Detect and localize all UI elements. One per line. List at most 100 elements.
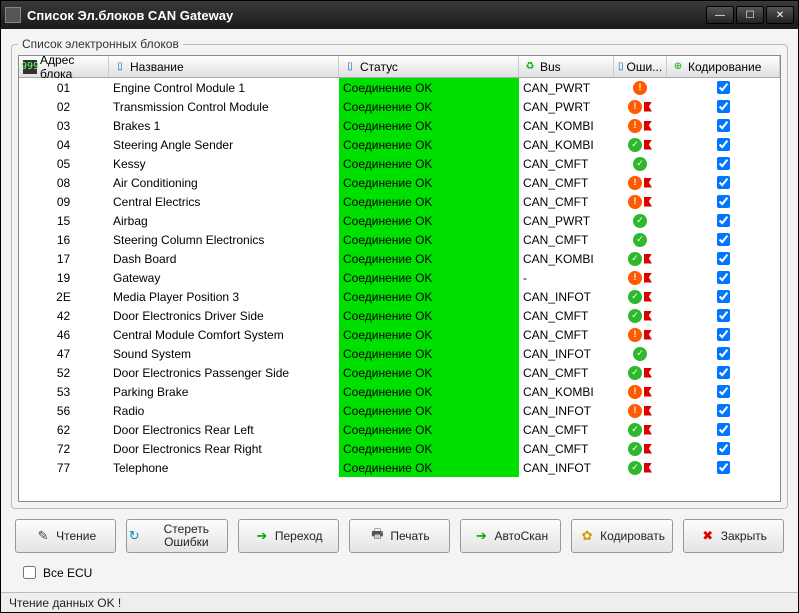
cell-cod bbox=[667, 420, 780, 439]
cell-err: ✓ bbox=[614, 306, 667, 325]
cell-bus: CAN_INFOT bbox=[519, 344, 614, 363]
error-icon: ! bbox=[628, 328, 642, 342]
table-row[interactable]: 72Door Electronics Rear RightСоединение … bbox=[19, 439, 780, 458]
coding-checkbox[interactable] bbox=[717, 195, 730, 208]
cell-cod bbox=[667, 173, 780, 192]
all-ecu-row: Все ECU bbox=[11, 561, 788, 588]
table-row[interactable]: 46Central Module Comfort SystemСоединени… bbox=[19, 325, 780, 344]
table-row[interactable]: 09Central ElectricsСоединение OKCAN_CMFT… bbox=[19, 192, 780, 211]
table-row[interactable]: 16Steering Column ElectronicsСоединение … bbox=[19, 230, 780, 249]
goto-button[interactable]: ➔ Переход bbox=[238, 519, 339, 553]
coding-checkbox[interactable] bbox=[717, 214, 730, 227]
table-row[interactable]: 53Parking BrakeСоединение OKCAN_KOMBI! bbox=[19, 382, 780, 401]
coding-checkbox[interactable] bbox=[717, 328, 730, 341]
table-row[interactable]: 03Brakes 1Соединение OKCAN_KOMBI! bbox=[19, 116, 780, 135]
error-icon: ! bbox=[628, 404, 642, 418]
table-row[interactable]: 05KessyСоединение OKCAN_CMFT✓ bbox=[19, 154, 780, 173]
cell-status: Соединение OK bbox=[339, 154, 519, 173]
cell-err: ! bbox=[614, 78, 667, 97]
coding-checkbox[interactable] bbox=[717, 366, 730, 379]
maximize-button[interactable]: ☐ bbox=[736, 6, 764, 24]
coding-checkbox[interactable] bbox=[717, 157, 730, 170]
cell-bus: CAN_CMFT bbox=[519, 154, 614, 173]
content-area: Список электронных блоков 999 Адрес блок… bbox=[1, 29, 798, 592]
col-header-status[interactable]: ▯ Статус bbox=[339, 56, 519, 77]
cell-err: ! bbox=[614, 325, 667, 344]
error-icon: ! bbox=[633, 81, 647, 95]
pencil-icon: ✎ bbox=[35, 528, 51, 544]
table-row[interactable]: 15AirbagСоединение OKCAN_PWRT✓ bbox=[19, 211, 780, 230]
flag-icon bbox=[644, 406, 652, 416]
coding-checkbox[interactable] bbox=[717, 461, 730, 474]
coding-checkbox[interactable] bbox=[717, 252, 730, 265]
flag-icon bbox=[644, 254, 652, 264]
table-row[interactable]: 62Door Electronics Rear LeftСоединение O… bbox=[19, 420, 780, 439]
cell-status: Соединение OK bbox=[339, 306, 519, 325]
read-button[interactable]: ✎ Чтение bbox=[15, 519, 116, 553]
cell-name: Central Module Comfort System bbox=[109, 325, 339, 344]
cell-status: Соединение OK bbox=[339, 135, 519, 154]
minimize-button[interactable]: — bbox=[706, 6, 734, 24]
cell-bus: CAN_CMFT bbox=[519, 230, 614, 249]
coding-checkbox[interactable] bbox=[717, 271, 730, 284]
coding-checkbox[interactable] bbox=[717, 176, 730, 189]
table-row[interactable]: 2EMedia Player Position 3Соединение OKCA… bbox=[19, 287, 780, 306]
cell-status: Соединение OK bbox=[339, 325, 519, 344]
table-row[interactable]: 56RadioСоединение OKCAN_INFOT! bbox=[19, 401, 780, 420]
table-row[interactable]: 02Transmission Control ModuleСоединение … bbox=[19, 97, 780, 116]
coding-checkbox[interactable] bbox=[717, 81, 730, 94]
cell-cod bbox=[667, 325, 780, 344]
cell-addr: 04 bbox=[19, 135, 109, 154]
cell-cod bbox=[667, 344, 780, 363]
coding-checkbox[interactable] bbox=[717, 423, 730, 436]
gear-icon: ✿ bbox=[579, 528, 595, 544]
cell-err: ! bbox=[614, 192, 667, 211]
col-header-addr[interactable]: 999 Адрес блока bbox=[19, 56, 109, 77]
coding-checkbox[interactable] bbox=[717, 309, 730, 322]
coding-checkbox[interactable] bbox=[717, 385, 730, 398]
coding-checkbox[interactable] bbox=[717, 100, 730, 113]
flag-icon bbox=[644, 311, 652, 321]
col-header-name[interactable]: ▯ Название bbox=[109, 56, 339, 77]
cell-name: Transmission Control Module bbox=[109, 97, 339, 116]
table-row[interactable]: 08Air ConditioningСоединение OKCAN_CMFT! bbox=[19, 173, 780, 192]
coding-checkbox[interactable] bbox=[717, 290, 730, 303]
table-row[interactable]: 42Door Electronics Driver SideСоединение… bbox=[19, 306, 780, 325]
close-window-button[interactable]: ✕ bbox=[766, 6, 794, 24]
error-icon: ! bbox=[628, 385, 642, 399]
cell-name: Air Conditioning bbox=[109, 173, 339, 192]
cell-name: Radio bbox=[109, 401, 339, 420]
table-row[interactable]: 47Sound SystemСоединение OKCAN_INFOT✓ bbox=[19, 344, 780, 363]
table-row[interactable]: 52Door Electronics Passenger SideСоедине… bbox=[19, 363, 780, 382]
cell-name: Door Electronics Rear Right bbox=[109, 439, 339, 458]
clear-errors-button[interactable]: ↻ Стереть Ошибки bbox=[126, 519, 227, 553]
cell-name: Kessy bbox=[109, 154, 339, 173]
ok-icon: ✓ bbox=[628, 252, 642, 266]
print-button[interactable]: 🖶 Печать bbox=[349, 519, 450, 553]
arrow-right-icon: ➔ bbox=[473, 528, 489, 544]
col-header-cod[interactable]: ⊕ Кодирование bbox=[667, 56, 780, 77]
cell-err: ✓ bbox=[614, 363, 667, 382]
col-header-bus[interactable]: ♻ Bus bbox=[519, 56, 614, 77]
cell-bus: CAN_CMFT bbox=[519, 306, 614, 325]
cell-cod bbox=[667, 78, 780, 97]
error-icon: ▯ bbox=[618, 60, 624, 74]
code-button[interactable]: ✿ Кодировать bbox=[571, 519, 672, 553]
table-row[interactable]: 17Dash BoardСоединение OKCAN_KOMBI✓ bbox=[19, 249, 780, 268]
table-row[interactable]: 04Steering Angle SenderСоединение OKCAN_… bbox=[19, 135, 780, 154]
all-ecu-checkbox[interactable] bbox=[23, 566, 36, 579]
table-row[interactable]: 77TelephoneСоединение OKCAN_INFOT✓ bbox=[19, 458, 780, 477]
ok-icon: ✓ bbox=[628, 290, 642, 304]
coding-checkbox[interactable] bbox=[717, 442, 730, 455]
close-button[interactable]: ✖ Закрыть bbox=[683, 519, 784, 553]
coding-checkbox[interactable] bbox=[717, 233, 730, 246]
coding-checkbox[interactable] bbox=[717, 347, 730, 360]
autoscan-button[interactable]: ➔ АвтоСкан bbox=[460, 519, 561, 553]
table-row[interactable]: 19GatewayСоединение OK-! bbox=[19, 268, 780, 287]
coding-checkbox[interactable] bbox=[717, 138, 730, 151]
coding-checkbox[interactable] bbox=[717, 404, 730, 417]
table-body[interactable]: 01Engine Control Module 1Соединение OKCA… bbox=[19, 78, 780, 501]
col-header-err[interactable]: ▯ Оши... bbox=[614, 56, 667, 77]
coding-checkbox[interactable] bbox=[717, 119, 730, 132]
table-row[interactable]: 01Engine Control Module 1Соединение OKCA… bbox=[19, 78, 780, 97]
